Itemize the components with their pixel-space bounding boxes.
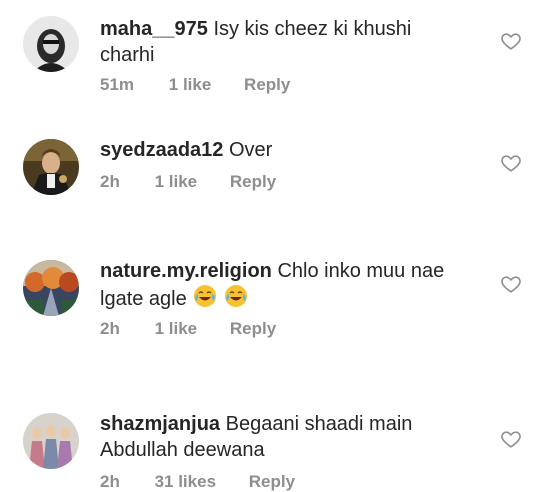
avatar[interactable] <box>23 260 79 316</box>
username[interactable]: shazmjanjua <box>100 413 220 435</box>
avatar[interactable] <box>23 413 79 469</box>
like-count[interactable]: 31 likes <box>155 472 216 492</box>
avatar[interactable] <box>23 16 79 72</box>
comment-text: Over <box>228 139 273 161</box>
username[interactable]: syedzaada12 <box>100 139 223 161</box>
heart-outline-icon[interactable] <box>500 428 522 450</box>
reply-button[interactable]: Reply <box>230 319 276 339</box>
reply-button[interactable]: Reply <box>230 172 276 192</box>
timestamp[interactable]: 2h <box>100 472 120 492</box>
username[interactable]: nature.my.religion <box>100 260 272 282</box>
timestamp[interactable]: 2h <box>100 172 120 192</box>
heart-outline-icon[interactable] <box>500 152 522 174</box>
face-with-tears-of-joy-icon <box>193 284 217 315</box>
like-count[interactable]: 1 like <box>155 319 198 339</box>
heart-outline-icon[interactable] <box>500 30 522 52</box>
face-with-tears-of-joy-icon <box>224 284 248 315</box>
timestamp[interactable]: 2h <box>100 319 120 339</box>
reply-button[interactable]: Reply <box>249 472 295 492</box>
username[interactable]: maha__975 <box>100 18 208 40</box>
like-count[interactable]: 1 like <box>155 172 198 192</box>
reply-button[interactable]: Reply <box>244 75 290 95</box>
heart-outline-icon[interactable] <box>500 273 522 295</box>
timestamp[interactable]: 51m <box>100 75 134 95</box>
avatar[interactable] <box>23 139 79 195</box>
like-count[interactable]: 1 like <box>169 75 212 95</box>
